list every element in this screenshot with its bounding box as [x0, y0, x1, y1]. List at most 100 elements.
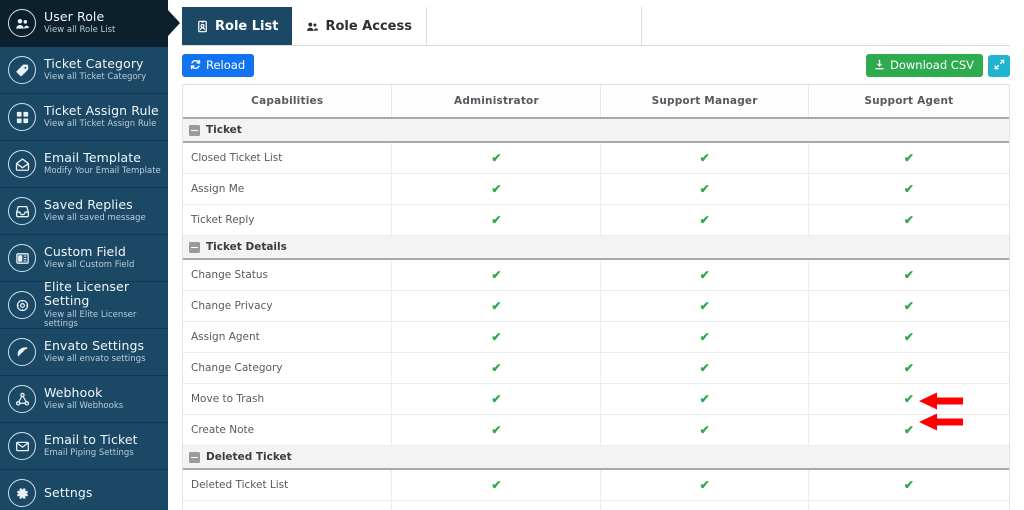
table-row: Delete Ticket✔✔✖	[183, 500, 1009, 510]
sidebar-item-settngs[interactable]: Settngs	[0, 470, 168, 510]
allowed-check-icon: ✔	[903, 299, 914, 313]
sidebar-item-title: Email Template	[44, 149, 142, 165]
permission-cell-administrator[interactable]: ✔	[391, 173, 602, 205]
permission-cell-support-agent[interactable]: ✔	[808, 142, 1009, 174]
group-header-cell: Ticket	[183, 117, 1009, 143]
column-header-administrator[interactable]: Administrator	[391, 85, 602, 119]
allowed-check-icon: ✔	[699, 299, 710, 313]
permission-cell-administrator[interactable]: ✔	[391, 414, 602, 446]
permission-cell-support-agent[interactable]: ✔	[808, 173, 1009, 205]
permission-cell-support-manager[interactable]: ✔	[600, 469, 809, 501]
permission-cell-administrator[interactable]: ✔	[391, 383, 602, 415]
permission-cell-administrator[interactable]: ✔	[391, 142, 602, 174]
capability-name: Create Note	[183, 414, 393, 446]
sidebar-item-title: Elite Licenser Setting	[44, 278, 130, 309]
permission-cell-support-agent[interactable]: ✔	[808, 259, 1009, 291]
tab-role-list[interactable]: Role List	[182, 7, 293, 45]
permission-cell-support-manager[interactable]: ✔	[600, 290, 809, 322]
allowed-check-icon: ✔	[699, 182, 710, 196]
table-row: Ticket Reply ✔ ✔ ✔	[183, 204, 1009, 236]
table-toolbar: Reload Download CSV	[182, 46, 1010, 79]
permission-cell-support-manager[interactable]: ✔	[600, 383, 809, 415]
permissions-table-container: Capabilities Administrator Support Manager…	[182, 84, 1010, 510]
tab-label: Role List	[215, 18, 279, 34]
allowed-check-icon: ✔	[491, 299, 502, 313]
permission-cell-support-agent[interactable]: ✔	[808, 290, 1009, 322]
download-csv-button[interactable]: Download CSV	[865, 53, 983, 78]
group-row[interactable]: Ticket Details	[183, 235, 1009, 260]
column-header-support-manager[interactable]: Support Manager	[600, 85, 809, 119]
collapse-minus-icon[interactable]	[189, 451, 200, 463]
permission-cell-support-manager[interactable]: ✔	[600, 142, 809, 174]
table-row: Deleted Ticket List ✔ ✔ ✔	[183, 469, 1009, 501]
capability-name: Change Status	[183, 259, 393, 291]
permission-cell-administrator[interactable]: ✔	[391, 321, 602, 353]
allowed-check-icon: ✔	[491, 182, 502, 196]
column-header-support-agent[interactable]: Support Agent	[808, 85, 1009, 119]
permission-cell-support-manager[interactable]: ✔	[600, 259, 809, 291]
permission-cell-administrator[interactable]: ✔	[391, 259, 602, 291]
tab-label: Role Access	[325, 18, 412, 34]
permission-cell-support-agent[interactable]: ✔	[808, 383, 1009, 415]
table-row: Assign Agent ✔ ✔ ✔	[183, 321, 1009, 353]
envelope-icon	[8, 432, 36, 460]
sidebar-item-user-role[interactable]: User Role View all Role List	[0, 0, 168, 47]
permission-cell-support-manager[interactable]: ✔	[600, 173, 809, 205]
tab-role-access[interactable]: Role Access	[292, 7, 427, 45]
active-item-pointer	[168, 10, 180, 36]
permission-cell-support-agent[interactable]: ✔	[808, 204, 1009, 236]
permission-cell-administrator[interactable]: ✔	[391, 352, 602, 384]
collapse-minus-icon[interactable]	[189, 124, 200, 136]
users-icon	[8, 9, 36, 37]
tab-bar-filler	[640, 7, 1010, 45]
capability-name: Move to Trash	[183, 383, 393, 415]
sidebar-item-subtitle: View all envato settings	[44, 354, 146, 365]
sidebar-item-ticket-category[interactable]: Ticket Category View all Ticket Category	[0, 47, 168, 94]
sidebar-item-envato-settings[interactable]: Envato Settings View all envato settings	[0, 329, 168, 376]
permission-cell-administrator[interactable]: ✔	[391, 500, 602, 510]
permission-cell-administrator[interactable]: ✔	[391, 290, 602, 322]
sidebar-item-custom-field[interactable]: Custom Field View all Custom Field	[0, 235, 168, 282]
permission-cell-support-agent[interactable]: ✔	[808, 321, 1009, 353]
allowed-check-icon: ✔	[699, 151, 710, 165]
permission-cell-support-agent[interactable]: ✖	[808, 500, 1009, 510]
collapse-minus-icon[interactable]	[189, 241, 200, 253]
sidebar-item-ticket-assign-rule[interactable]: Ticket Assign Rule View all Ticket Assign…	[0, 94, 168, 141]
allowed-check-icon: ✔	[903, 213, 914, 227]
permission-cell-support-manager[interactable]: ✔	[600, 204, 809, 236]
permission-cell-support-manager[interactable]: ✔	[600, 352, 809, 384]
permission-cell-support-manager[interactable]: ✔	[600, 500, 809, 510]
capability-name: Assign Me	[183, 173, 393, 205]
sidebar-item-saved-replies[interactable]: Saved Replies View all saved message	[0, 188, 168, 235]
group-row[interactable]: Deleted Ticket	[183, 445, 1009, 470]
sidebar-item-email-to-ticket[interactable]: Email to Ticket Email Piping Settings	[0, 423, 168, 470]
permission-cell-administrator[interactable]: ✔	[391, 469, 602, 501]
permission-cell-support-agent[interactable]: ✔	[808, 469, 1009, 501]
columns-icon	[8, 244, 36, 272]
sidebar-item-elite-licenser-setting[interactable]: Elite Licenser Setting View all Elite Lic…	[0, 278, 168, 330]
permission-cell-support-agent[interactable]: ✔	[808, 352, 1009, 384]
allowed-check-icon: ✔	[491, 392, 502, 406]
capability-name: Ticket Reply	[183, 204, 393, 236]
allowed-check-icon: ✔	[491, 268, 502, 282]
sidebar-item-subtitle: View all Elite Licenser settings	[44, 309, 137, 330]
column-header-capabilities[interactable]: Capabilities	[183, 85, 393, 119]
sidebar-item-webhook[interactable]: Webhook View all Webhooks	[0, 376, 168, 423]
permission-cell-support-manager[interactable]: ✔	[600, 321, 809, 353]
sidebar-item-email-template[interactable]: Email Template Modify Your Email Template	[0, 141, 168, 188]
permission-cell-support-agent[interactable]: ✔	[808, 414, 1009, 446]
envelope-open-icon	[8, 150, 36, 178]
allowed-check-icon: ✔	[903, 361, 914, 375]
expand-table-button[interactable]	[988, 54, 1010, 77]
refresh-icon	[190, 59, 201, 73]
group-row[interactable]: Ticket	[183, 117, 1009, 143]
id-badge-icon	[196, 20, 209, 33]
allowed-check-icon: ✔	[699, 478, 710, 492]
sidebar: User Role View all Role List Ticket Catego…	[0, 0, 168, 510]
permission-cell-support-manager[interactable]: ✔	[600, 414, 809, 446]
reload-button[interactable]: Reload	[182, 53, 255, 78]
allowed-check-icon: ✔	[903, 268, 914, 282]
allowed-check-icon: ✔	[491, 330, 502, 344]
permission-cell-administrator[interactable]: ✔	[391, 204, 602, 236]
allowed-check-icon: ✔	[699, 330, 710, 344]
